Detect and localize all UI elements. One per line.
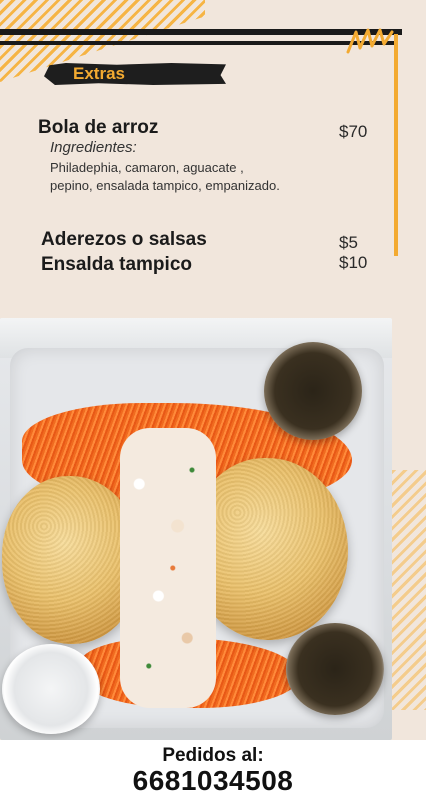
section-title-brush: [44, 63, 226, 85]
sauce-cup: [264, 342, 362, 440]
header-rule: [0, 29, 402, 35]
decorative-stripes: [392, 470, 426, 710]
menu-item-price: $70: [339, 122, 368, 141]
section-title: Extras: [73, 64, 125, 83]
scribble-decoration: [346, 28, 394, 54]
ingredients-text: pepino, ensalada tampico, empanizado.: [50, 178, 280, 193]
menu-item-name: Aderezos o salsas: [41, 229, 207, 250]
phone-number[interactable]: 6681034508: [0, 765, 426, 796]
ingredients-text: Philadephia, camaron, aguacate ,: [50, 160, 244, 175]
food-photo: [0, 318, 392, 740]
menu-item-price: $5: [339, 233, 358, 252]
menu-page: Extras Bola de arroz $70 Ingredientes: P…: [0, 0, 426, 796]
sauce-cup: [286, 623, 384, 715]
ingredients-title: Ingredientes:: [50, 139, 137, 156]
menu-item-price: $10: [339, 253, 368, 272]
header-rule: [0, 41, 398, 45]
menu-item-name: Bola de arroz: [38, 117, 159, 138]
accent-line: [394, 34, 398, 256]
empty-cup: [2, 644, 100, 734]
footer-label: Pedidos al:: [162, 745, 264, 766]
tampico-salad: [120, 428, 216, 708]
menu-item-name: Ensalda tampico: [41, 254, 192, 275]
